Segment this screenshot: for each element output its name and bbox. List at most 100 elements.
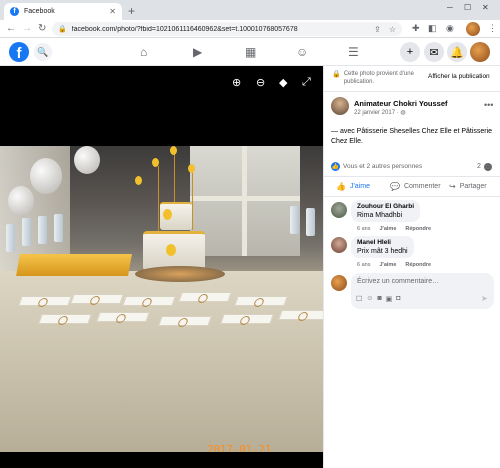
like-reaction-icon: 👍 — [331, 162, 340, 171]
commenter-name[interactable]: Manel Hleli — [357, 239, 408, 246]
facebook-logo[interactable]: f — [9, 42, 29, 62]
comment-like-link[interactable]: J'aime — [379, 226, 396, 232]
lock-icon[interactable]: 🔒 — [58, 25, 67, 33]
share-icon[interactable]: ⇪ — [374, 25, 381, 34]
url-text[interactable]: facebook.com/photo/?fbid=102106111646096… — [72, 26, 366, 33]
new-tab-button[interactable]: + — [128, 4, 135, 18]
water-bottle — [290, 206, 299, 234]
window-close-icon[interactable]: ✕ — [482, 3, 489, 12]
comment-text: Rima Mhadhbi — [357, 212, 403, 219]
tag-icon[interactable]: ◆ — [279, 76, 287, 89]
url-field[interactable]: 🔒 facebook.com/photo/?fbid=1021061116460… — [52, 22, 402, 36]
comment-placeholder[interactable]: Écrivez un commentaire… — [357, 278, 439, 285]
search-icon[interactable]: 🔍 — [34, 43, 52, 61]
sticker-face-icon[interactable]: ◘ — [396, 295, 400, 303]
post-date[interactable]: 22 janvier 2017 · ◍ — [354, 109, 406, 116]
balloon — [8, 186, 34, 216]
browser-tab[interactable]: f Facebook ✕ — [4, 3, 122, 20]
photo-timestamp: 2017-01-21 19:10:06 — [207, 443, 272, 452]
cake-figure — [166, 244, 176, 256]
comment-like-link[interactable]: J'aime — [379, 262, 396, 268]
water-bottle — [38, 216, 47, 244]
divider — [324, 196, 500, 197]
zoom-in-icon[interactable]: ⊕ — [232, 76, 241, 89]
facebook-favicon: f — [10, 7, 19, 16]
decoration-stick — [158, 166, 159, 231]
pastry-box — [70, 294, 124, 304]
commenter-avatar[interactable] — [331, 237, 347, 253]
comment-reply-link[interactable]: Répondre — [405, 262, 431, 268]
author-avatar[interactable] — [331, 97, 349, 115]
decoration-stick — [192, 170, 193, 230]
browser-tab-bar: f Facebook ✕ + ─ ☐ ✕ — [0, 0, 500, 20]
photo[interactable]: 2017-01-21 19:10:06 — [0, 146, 323, 452]
sidebar-icon[interactable]: ◧ — [428, 23, 437, 34]
comment-reply-link[interactable]: Répondre — [405, 226, 431, 232]
comment-meta: 6 ans J'aime Répondre — [357, 262, 431, 268]
commenter-name[interactable]: Zouhour El Gharbi — [357, 203, 414, 210]
bell-icon[interactable]: 🔔 — [447, 42, 467, 62]
star-icon[interactable]: ☆ — [389, 25, 396, 34]
water-bottle — [6, 224, 15, 252]
lock-icon: 🔒 — [332, 71, 341, 78]
back-icon[interactable]: ← — [6, 23, 16, 34]
groups-icon[interactable]: ☺ — [296, 45, 308, 59]
window — [190, 146, 300, 256]
comment-age[interactable]: 6 ans — [357, 226, 370, 232]
comment-label: Commenter — [403, 183, 441, 190]
close-icon[interactable]: ✕ — [109, 7, 116, 16]
post-author[interactable]: Animateur Chokri Youssef — [354, 99, 448, 108]
maximize-icon[interactable]: ☐ — [464, 3, 471, 12]
forward-icon[interactable]: → — [22, 23, 32, 34]
cake-topper — [135, 176, 142, 185]
reactions-text[interactable]: Vous et 2 autres personnes — [343, 163, 422, 170]
comment-button[interactable]: 💬 Commenter — [390, 182, 441, 191]
hamburger-menu-icon[interactable]: ☰ — [348, 45, 359, 59]
gif-icon[interactable]: ▣ — [386, 295, 393, 303]
marketplace-icon[interactable]: ▦ — [245, 45, 256, 59]
messenger-icon[interactable]: ✉ — [424, 42, 444, 62]
home-icon[interactable]: ⌂ — [140, 45, 147, 59]
pastry-box — [18, 296, 72, 306]
like-label: J'aime — [349, 183, 370, 190]
menu-icon[interactable]: ⋮ — [488, 23, 497, 34]
account-avatar[interactable] — [470, 42, 490, 62]
camera-icon[interactable]: ◙ — [377, 295, 381, 303]
fullscreen-icon[interactable]: ⤢ — [302, 76, 311, 89]
pastry-box — [38, 314, 92, 324]
comment-count-icon — [484, 163, 492, 171]
show-publication-link[interactable]: Afficher la publication — [428, 73, 490, 80]
photo-viewer: ⊕ ⊖ ◆ ⤢ 2017-01-21 — [0, 66, 323, 468]
comment-meta: 6 ans J'aime Répondre — [357, 226, 431, 232]
more-options-icon[interactable]: ••• — [484, 100, 493, 110]
account-icon[interactable]: ◉ — [446, 23, 454, 34]
video-icon[interactable]: ▶ — [193, 45, 202, 59]
reload-icon[interactable]: ↻ — [38, 23, 46, 34]
like-button[interactable]: 👍 J'aime — [336, 182, 370, 191]
share-button[interactable]: ↪ Partager — [449, 182, 487, 191]
minimize-icon[interactable]: ─ — [447, 3, 453, 12]
emoji-icon[interactable]: ☺ — [366, 295, 373, 303]
profile-avatar[interactable] — [466, 22, 480, 36]
create-plus-button[interactable]: + — [400, 42, 420, 62]
divider — [324, 91, 500, 92]
water-bottle — [54, 214, 63, 242]
send-icon[interactable]: ➤ — [481, 294, 488, 303]
reactions-summary[interactable]: 👍 Vous et 2 autres personnes — [331, 162, 422, 171]
commenter-avatar[interactable] — [331, 202, 347, 218]
post-panel: 🔒 Cette photo provient d'une publication… — [323, 66, 500, 468]
comment-bubble: Zouhour El Gharbi Rima Mhadhbi — [351, 200, 421, 222]
cake-topper — [170, 146, 177, 155]
extensions-icon[interactable]: ✚ — [412, 23, 420, 34]
balloon — [74, 146, 100, 174]
pastry-box — [158, 316, 212, 326]
comment-count[interactable]: 2 — [477, 163, 481, 170]
zoom-out-icon[interactable]: ⊖ — [256, 76, 265, 89]
comment-text: Prix mât 3 hedhi — [357, 248, 408, 255]
water-bottle — [22, 218, 31, 246]
my-avatar — [331, 275, 347, 291]
sticker-icon[interactable]: ☐ — [356, 295, 362, 303]
comment-input[interactable]: Écrivez un commentaire… ☐ ☺ ◙ ▣ ◘ ➤ — [351, 273, 494, 309]
address-bar-row: ← → ↻ 🔒 facebook.com/photo/?fbid=1021061… — [0, 20, 500, 38]
comment-age[interactable]: 6 ans — [357, 262, 370, 268]
